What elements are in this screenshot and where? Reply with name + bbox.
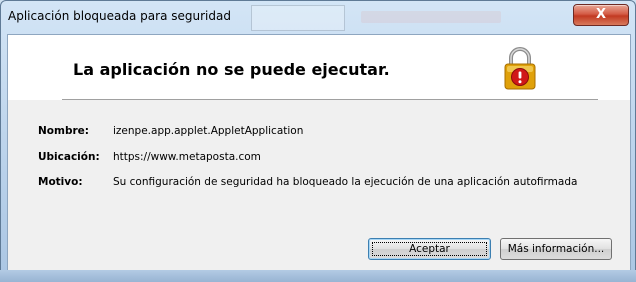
header-divider xyxy=(62,99,598,100)
detail-value: izenpe.app.applet.AppletApplication xyxy=(113,125,304,137)
more-info-button-label: Más información... xyxy=(507,243,605,255)
detail-label: Ubicación: xyxy=(38,151,100,163)
detail-label: Motivo: xyxy=(38,176,83,188)
background-window-ghost xyxy=(251,5,345,31)
warning-lock-icon xyxy=(504,47,536,90)
detail-value: Su configuración de seguridad ha bloquea… xyxy=(113,176,578,188)
close-button[interactable]: X xyxy=(573,4,629,26)
detail-label: Nombre: xyxy=(38,125,89,137)
window-title: Aplicación bloqueada para seguridad xyxy=(8,9,231,23)
accept-button[interactable]: Aceptar xyxy=(368,238,491,260)
headline-message: La aplicación no se puede ejecutar. xyxy=(73,60,390,79)
window-bottom-frame xyxy=(0,270,636,282)
focus-rectangle xyxy=(372,242,487,256)
dialog-header: La aplicación no se puede ejecutar. xyxy=(8,35,630,100)
more-info-button[interactable]: Más información... xyxy=(500,238,612,260)
title-bar[interactable]: Aplicación bloqueada para seguridad X xyxy=(1,1,635,35)
detail-value: https://www.metaposta.com xyxy=(113,151,261,163)
background-window-title-ghost xyxy=(361,11,501,23)
dialog-body: La aplicación no se puede ejecutar. Nomb… xyxy=(7,34,631,271)
security-dialog-window: Aplicación bloqueada para seguridad X La… xyxy=(0,0,636,282)
